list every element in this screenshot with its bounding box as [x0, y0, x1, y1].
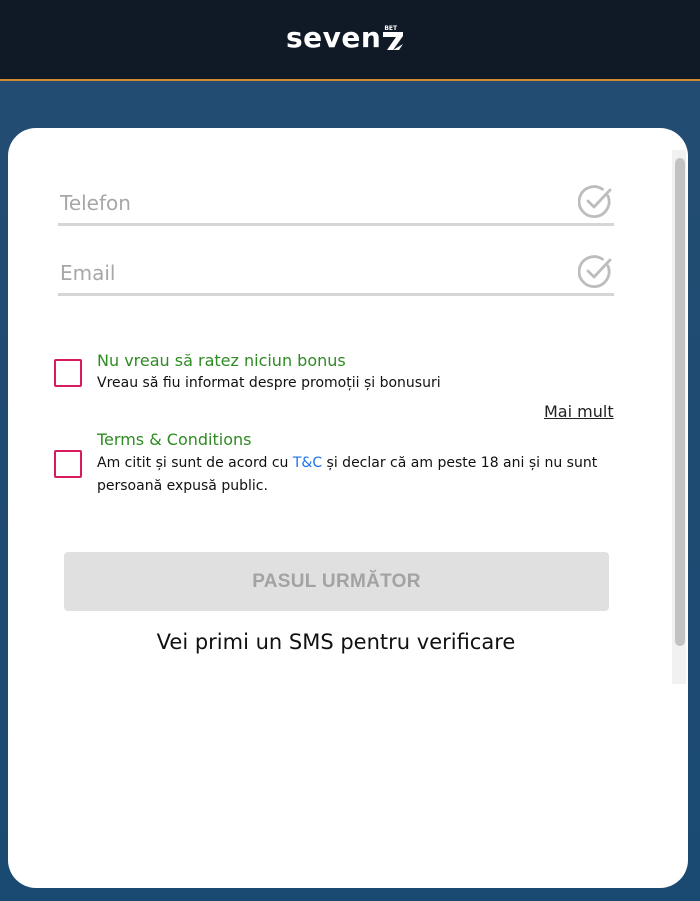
scrollbar[interactable]	[672, 150, 686, 684]
terms-text-before: Am citit și sunt de acord cu	[97, 455, 293, 471]
terms-description: Am citit și sunt de acord cu T&C și decl…	[97, 452, 617, 498]
registration-card: Nu vreau să ratez niciun bonus Vreau să …	[8, 128, 688, 888]
more-info-link[interactable]: Mai mult	[544, 402, 614, 421]
brand-logo-badge: BET	[384, 25, 398, 32]
bonus-title: Nu vreau să ratez niciun bonus	[97, 351, 346, 370]
phone-field	[58, 180, 614, 226]
check-circle-icon	[578, 255, 612, 288]
terms-link[interactable]: T&C	[293, 455, 322, 471]
top-bar: seven BET	[0, 0, 700, 81]
brand-logo[interactable]: seven BET	[286, 22, 405, 54]
bonus-checkbox[interactable]	[54, 359, 82, 387]
next-step-button[interactable]: PASUL URMĂTOR	[64, 552, 609, 611]
terms-title: Terms & Conditions	[97, 430, 252, 449]
check-circle-icon	[578, 185, 612, 218]
bonus-description: Vreau să fiu informat despre promoții și…	[97, 375, 441, 391]
email-input[interactable]	[58, 254, 562, 292]
email-field	[58, 250, 614, 296]
scrollbar-thumb[interactable]	[675, 158, 685, 646]
sms-verification-note: Vei primi un SMS pentru verificare	[156, 630, 516, 654]
terms-checkbox[interactable]	[54, 450, 82, 478]
phone-input[interactable]	[58, 184, 562, 222]
brand-logo-text: seven	[286, 21, 382, 54]
brand-logo-mark: BET	[383, 25, 405, 50]
